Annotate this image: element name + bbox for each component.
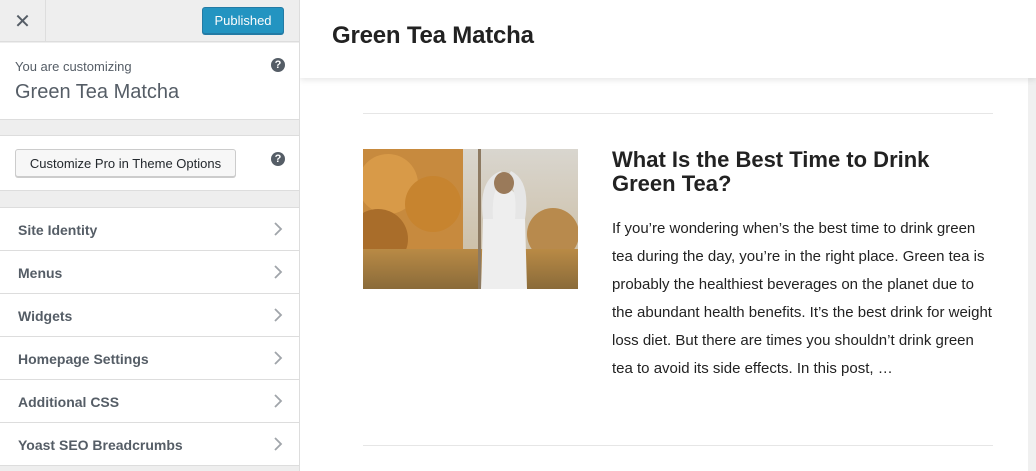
chevron-right-icon [274,308,283,322]
help-icon[interactable]: ? [271,152,285,166]
menu-item-widgets[interactable]: Widgets [0,294,299,337]
menu-item-label: Menus [18,265,63,281]
chevron-right-icon [274,265,283,279]
publish-button[interactable]: Published [202,7,284,34]
post-excerpt: If you’re wondering when’s the best time… [612,220,992,377]
preview-scrollbar[interactable] [1028,78,1036,471]
chevron-right-icon [274,437,283,451]
menu-item-label: Yoast SEO Breadcrumbs [18,437,183,453]
site-title[interactable]: Green Tea Matcha [332,22,534,50]
site-header: Green Tea Matcha [300,0,1036,78]
customizer-sidebar: ✕ Published You are customizing Green Te… [0,0,300,471]
menu-item-label: Site Identity [18,222,98,238]
close-icon: ✕ [14,9,31,33]
customizer-menu: Site Identity Menus Widgets Homepage Set… [0,207,299,466]
chevron-right-icon [274,222,283,236]
menu-item-homepage-settings[interactable]: Homepage Settings [0,337,299,380]
theme-options-panel: Customize Pro in Theme Options ? [0,135,299,191]
divider [363,113,993,114]
menu-item-label: Additional CSS [18,394,120,410]
menu-item-menus[interactable]: Menus [0,251,299,294]
post-thumbnail-image [363,149,578,289]
help-icon[interactable]: ? [271,58,285,72]
customizer-header: ✕ Published [0,0,299,42]
site-name: Green Tea Matcha [15,81,180,103]
chevron-right-icon [274,351,283,365]
close-button[interactable]: ✕ [0,0,46,42]
menu-item-site-identity[interactable]: Site Identity [0,208,299,251]
customize-pro-button[interactable]: Customize Pro in Theme Options [15,149,236,177]
chevron-right-icon [274,394,283,408]
post-thumbnail[interactable] [363,149,578,289]
menu-item-yoast-seo-breadcrumbs[interactable]: Yoast SEO Breadcrumbs [0,423,299,466]
customizing-info-panel: You are customizing Green Tea Matcha ? [0,43,299,120]
menu-item-label: Widgets [18,308,73,324]
site-preview: Green Tea Matcha What Is the Best Time t… [300,0,1036,471]
customizing-label: You are customizing [15,59,132,74]
post-list: What Is the Best Time to Drink Green Tea… [300,78,1028,471]
menu-item-additional-css[interactable]: Additional CSS [0,380,299,423]
post-title[interactable]: What Is the Best Time to Drink Green Tea… [612,148,992,196]
divider [363,445,993,446]
menu-item-label: Homepage Settings [18,351,149,367]
